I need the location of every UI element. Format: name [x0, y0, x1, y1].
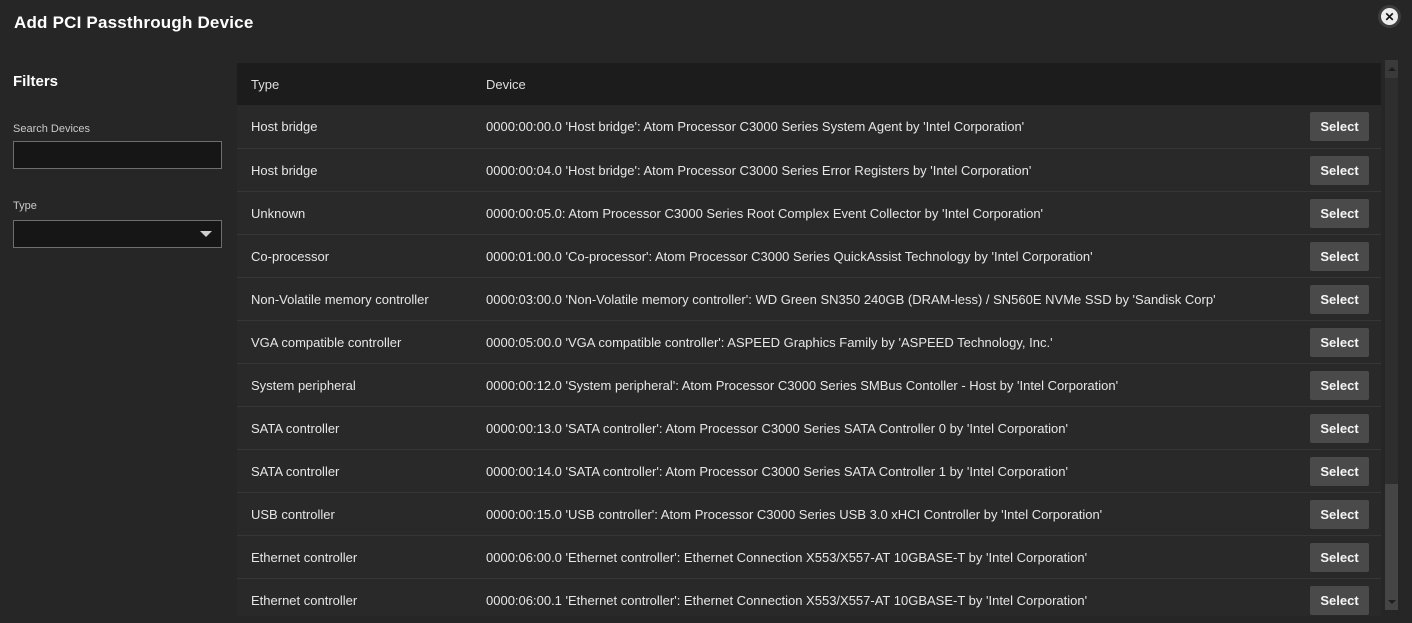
type-filter-label: Type	[13, 200, 222, 212]
scrollbar-track[interactable]	[1385, 78, 1398, 593]
table-row: Ethernet controller 0000:06:00.1 'Ethern…	[237, 578, 1381, 616]
device-table: Type Device Host bridge 0000:00:00.0 'Ho…	[237, 63, 1381, 616]
row-type: Non-Volatile memory controller	[237, 292, 486, 307]
row-type: SATA controller	[237, 464, 486, 479]
row-device: 0000:03:00.0 'Non-Volatile memory contro…	[486, 292, 1310, 307]
row-device: 0000:01:00.0 'Co-processor': Atom Proces…	[486, 249, 1310, 264]
select-button[interactable]: Select	[1310, 457, 1369, 486]
table-row: Ethernet controller 0000:06:00.0 'Ethern…	[237, 535, 1381, 578]
table-scrollbar[interactable]	[1385, 60, 1398, 610]
select-button[interactable]: Select	[1310, 414, 1369, 443]
row-device: 0000:00:05.0: Atom Processor C3000 Serie…	[486, 206, 1310, 221]
scrollbar-thumb[interactable]	[1385, 484, 1398, 593]
select-button[interactable]: Select	[1310, 371, 1369, 400]
table-row: SATA controller 0000:00:14.0 'SATA contr…	[237, 449, 1381, 492]
row-device: 0000:00:14.0 'SATA controller': Atom Pro…	[486, 464, 1310, 479]
row-type: Ethernet controller	[237, 593, 486, 608]
row-device: 0000:00:00.0 'Host bridge': Atom Process…	[486, 119, 1310, 134]
close-icon: ✕	[1384, 11, 1394, 23]
row-type: Host bridge	[237, 119, 486, 134]
row-device: 0000:06:00.1 'Ethernet controller': Ethe…	[486, 593, 1310, 608]
arrow-up-icon	[1388, 67, 1396, 71]
table-row: SATA controller 0000:00:13.0 'SATA contr…	[237, 406, 1381, 449]
scrollbar-down-button[interactable]	[1385, 593, 1398, 610]
type-filter-select[interactable]	[13, 220, 222, 248]
row-type: System peripheral	[237, 378, 486, 393]
dialog-title: Add PCI Passthrough Device	[14, 13, 253, 33]
table-row: System peripheral 0000:00:12.0 'System p…	[237, 363, 1381, 406]
row-device: 0000:00:12.0 'System peripheral': Atom P…	[486, 378, 1310, 393]
table-row: Co-processor 0000:01:00.0 'Co-processor'…	[237, 234, 1381, 277]
column-header-type: Type	[237, 77, 486, 92]
search-devices-input[interactable]	[13, 141, 222, 169]
row-type: Co-processor	[237, 249, 486, 264]
select-button[interactable]: Select	[1310, 586, 1369, 615]
select-button[interactable]: Select	[1310, 500, 1369, 529]
table-row: Non-Volatile memory controller 0000:03:0…	[237, 277, 1381, 320]
table-row: Host bridge 0000:00:00.0 'Host bridge': …	[237, 105, 1381, 148]
table-row: Host bridge 0000:00:04.0 'Host bridge': …	[237, 148, 1381, 191]
select-button[interactable]: Select	[1310, 328, 1369, 357]
table-row: USB controller 0000:00:15.0 'USB control…	[237, 492, 1381, 535]
filters-sidebar: Filters Search Devices Type	[13, 73, 222, 248]
device-table-body: Host bridge 0000:00:00.0 'Host bridge': …	[237, 105, 1381, 616]
row-type: Unknown	[237, 206, 486, 221]
close-button[interactable]: ✕	[1378, 5, 1401, 28]
scrollbar-up-button[interactable]	[1385, 60, 1398, 78]
table-header-row: Type Device	[237, 63, 1381, 105]
row-device: 0000:06:00.0 'Ethernet controller': Ethe…	[486, 550, 1310, 565]
row-type: VGA compatible controller	[237, 335, 486, 350]
select-button[interactable]: Select	[1310, 156, 1369, 185]
table-row: Unknown 0000:00:05.0: Atom Processor C30…	[237, 191, 1381, 234]
row-device: 0000:05:00.0 'VGA compatible controller'…	[486, 335, 1310, 350]
row-type: SATA controller	[237, 421, 486, 436]
row-device: 0000:00:15.0 'USB controller': Atom Proc…	[486, 507, 1310, 522]
table-row: VGA compatible controller 0000:05:00.0 '…	[237, 320, 1381, 363]
search-devices-label: Search Devices	[13, 123, 222, 135]
select-button[interactable]: Select	[1310, 543, 1369, 572]
row-device: 0000:00:04.0 'Host bridge': Atom Process…	[486, 163, 1310, 178]
chevron-down-icon	[200, 231, 212, 237]
arrow-down-icon	[1388, 600, 1396, 604]
row-type: USB controller	[237, 507, 486, 522]
filters-heading: Filters	[13, 73, 222, 90]
select-button[interactable]: Select	[1310, 112, 1369, 141]
select-button[interactable]: Select	[1310, 199, 1369, 228]
row-type: Host bridge	[237, 163, 486, 178]
column-header-device: Device	[486, 77, 1381, 92]
select-button[interactable]: Select	[1310, 285, 1369, 314]
select-button[interactable]: Select	[1310, 242, 1369, 271]
row-type: Ethernet controller	[237, 550, 486, 565]
row-device: 0000:00:13.0 'SATA controller': Atom Pro…	[486, 421, 1310, 436]
